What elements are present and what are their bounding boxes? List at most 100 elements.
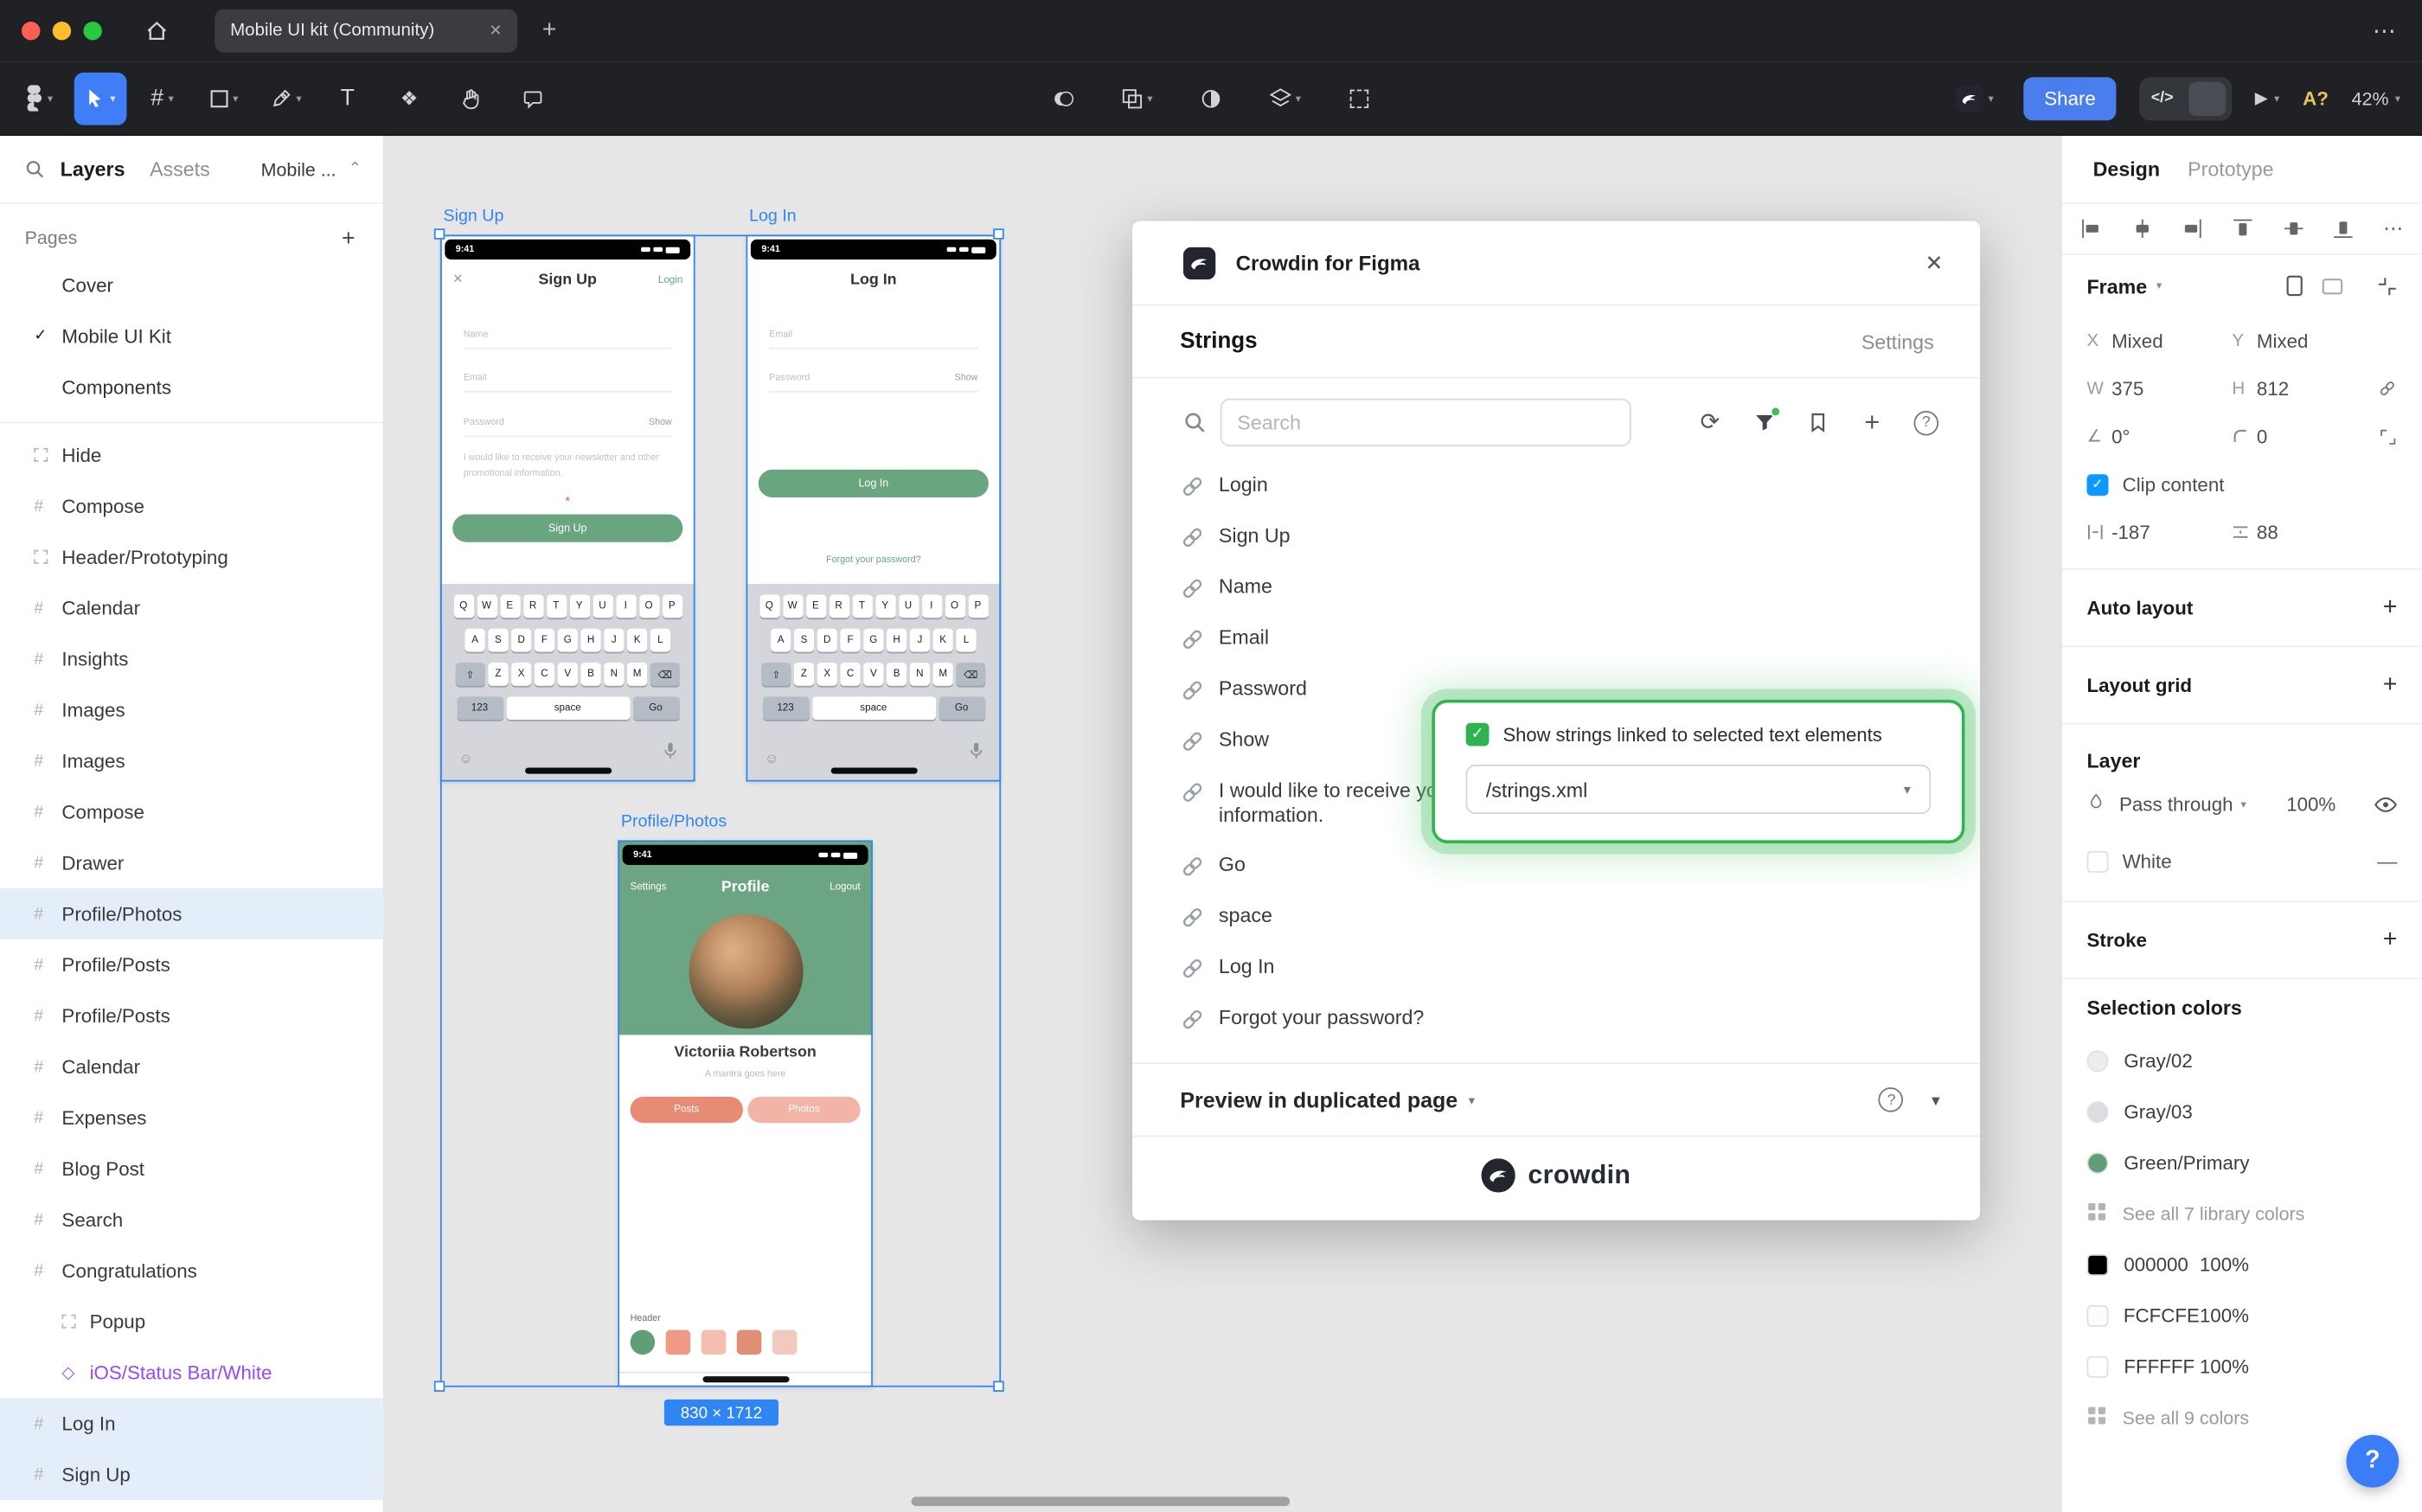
corner-radius-field[interactable]: 0	[2232, 426, 2377, 447]
layer-item[interactable]: #Compose	[0, 480, 383, 531]
layer-item[interactable]: #Log In	[0, 1398, 383, 1449]
distribute-more-icon[interactable]: ⋯	[2383, 216, 2403, 241]
align-horizontal-center-icon[interactable]	[2131, 218, 2153, 240]
selection-color-row[interactable]: Gray/02	[2062, 1035, 2422, 1086]
tab-prototype[interactable]: Prototype	[2188, 157, 2273, 181]
preview-label[interactable]: Preview in duplicated page	[1180, 1087, 1458, 1112]
page-switcher[interactable]: Mobile ...	[261, 158, 336, 180]
pen-tool-button[interactable]: ▾	[260, 72, 312, 125]
layer-item[interactable]: #Profile/Photos	[0, 888, 383, 939]
frame-section-title[interactable]: Frame	[2086, 274, 2147, 298]
strings-file-select[interactable]: /strings.xml ▾	[1466, 765, 1932, 814]
checkbox-checked-icon[interactable]: ✓	[2086, 473, 2108, 495]
visibility-eye-icon[interactable]	[2374, 795, 2398, 813]
selection-handle[interactable]	[434, 1381, 445, 1392]
refresh-icon[interactable]: ⟳	[1696, 408, 1724, 436]
zoom-window-button[interactable]	[83, 22, 101, 40]
selection-handle[interactable]	[434, 228, 445, 240]
tab-design[interactable]: Design	[2093, 157, 2160, 181]
see-all-colors-row[interactable]: See all 7 library colors	[2062, 1188, 2422, 1239]
portrait-icon[interactable]	[2286, 275, 2303, 297]
resources-tool-button[interactable]: ❖	[383, 72, 436, 125]
new-tab-button[interactable]: +	[542, 17, 557, 45]
contrast-tool-button[interactable]	[1185, 72, 1238, 125]
login-frame[interactable]: 9:41 Log In Email Show Password Log In F…	[746, 234, 1001, 781]
landscape-icon[interactable]	[2322, 278, 2343, 295]
filter-icon[interactable]	[1750, 408, 1778, 436]
layer-item[interactable]: #Calendar	[0, 582, 383, 633]
shape-tool-button[interactable]: ▾	[198, 72, 251, 125]
constrain-proportions-icon[interactable]	[2377, 378, 2397, 398]
frame-tool-button[interactable]: # ▾	[136, 72, 189, 125]
width-field[interactable]: W 375	[2086, 378, 2232, 400]
fill-style-row[interactable]: White —	[2086, 837, 2397, 885]
align-vertical-center-icon[interactable]	[2283, 218, 2304, 240]
layer-item[interactable]: #Images	[0, 684, 383, 735]
home-icon[interactable]	[145, 20, 169, 42]
present-button[interactable]: ▶ ▾	[2255, 88, 2280, 108]
opacity-value[interactable]: 100%	[2286, 793, 2336, 815]
vertical-spacing-field[interactable]: 88	[2232, 522, 2377, 543]
selection-color-row[interactable]: FFFFFF100%	[2062, 1341, 2422, 1392]
page-item[interactable]: ✓Mobile UI Kit	[0, 311, 383, 362]
layer-item[interactable]: #Blog Post	[0, 1143, 383, 1194]
layer-item[interactable]: #Calendar	[0, 1041, 383, 1092]
layer-item[interactable]: #Profile/Posts	[0, 990, 383, 1041]
layer-item[interactable]: ◇iOS/Status Bar/White	[0, 1347, 383, 1398]
save-icon[interactable]	[1804, 408, 1832, 436]
selection-color-row[interactable]: Green/Primary	[2062, 1137, 2422, 1188]
close-tab-icon[interactable]: ✕	[489, 22, 502, 40]
hand-tool-button[interactable]	[445, 72, 497, 125]
layer-item[interactable]: Popup	[0, 1296, 383, 1347]
y-position-field[interactable]: Y Mixed	[2232, 330, 2377, 351]
layer-item[interactable]: Header/Prototyping	[0, 531, 383, 582]
tab-strings[interactable]: Strings	[1180, 329, 1257, 354]
profile-frame[interactable]: Settings Profile Logout 9:41 Victoriia R…	[618, 840, 873, 1387]
tab-settings[interactable]: Settings	[1861, 330, 1934, 353]
selection-color-row[interactable]: 000000100%	[2062, 1239, 2422, 1290]
selection-tool-button[interactable]	[1333, 72, 1386, 125]
clip-content-row[interactable]: ✓ Clip content	[2086, 460, 2397, 508]
string-item[interactable]: Forgot your password?	[1132, 993, 1980, 1044]
horizontal-scrollbar[interactable]	[912, 1496, 1290, 1506]
add-page-button[interactable]: +	[342, 225, 356, 251]
layer-item[interactable]: #Insights	[0, 633, 383, 684]
avatar[interactable]: A?	[2303, 87, 2329, 109]
comment-tool-button[interactable]	[507, 72, 560, 125]
zoom-menu[interactable]: 42% ▾	[2352, 87, 2400, 109]
dev-mode-toggle[interactable]: </>	[2139, 76, 2232, 119]
string-item[interactable]: Login	[1132, 460, 1980, 511]
align-top-icon[interactable]	[2232, 218, 2253, 240]
string-item[interactable]: space	[1132, 891, 1980, 942]
frame-label-signup[interactable]: Sign Up	[443, 207, 503, 225]
close-window-button[interactable]	[22, 22, 40, 40]
string-item[interactable]: Go	[1132, 840, 1980, 891]
styles-tool-button[interactable]: ▾	[1259, 72, 1311, 125]
selection-color-row[interactable]: FCFCFE100%	[2062, 1290, 2422, 1341]
active-plugin-button[interactable]: ▾	[1949, 72, 2002, 125]
tab-layers[interactable]: Layers	[61, 157, 125, 181]
selection-color-row[interactable]: Gray/03	[2062, 1086, 2422, 1137]
expand-chevron-icon[interactable]: ▾	[1932, 1090, 1940, 1110]
rotation-field[interactable]: ∠ 0°	[2086, 426, 2232, 447]
layer-item[interactable]: #Drawer	[0, 837, 383, 888]
minimize-window-button[interactable]	[53, 22, 71, 40]
page-item[interactable]: Components	[0, 362, 383, 413]
height-field[interactable]: H 812	[2232, 378, 2377, 400]
align-right-icon[interactable]	[2182, 218, 2203, 240]
add-layout-grid-button[interactable]: +	[2383, 671, 2398, 699]
boolean-groups-button[interactable]: ▾	[1111, 72, 1163, 125]
frame-label-login[interactable]: Log In	[749, 207, 797, 225]
page-item[interactable]: Cover	[0, 259, 383, 311]
chevron-up-icon[interactable]: ⌃	[349, 161, 362, 178]
preview-help-icon[interactable]: ?	[1879, 1087, 1904, 1112]
horizontal-spacing-field[interactable]: -187	[2086, 522, 2232, 543]
file-tab[interactable]: Mobile UI kit (Community) ✕	[215, 10, 517, 53]
layer-item[interactable]: #Compose	[0, 786, 383, 837]
tab-assets[interactable]: Assets	[150, 157, 210, 181]
search-icon[interactable]	[25, 159, 45, 179]
signup-frame[interactable]: 9:41 ✕ Sign Up Login Name Email Show Pas…	[440, 234, 695, 781]
frame-label-profile[interactable]: Profile/Photos	[621, 812, 727, 830]
layer-item[interactable]: #Expenses	[0, 1092, 383, 1143]
layer-item[interactable]: #Profile/Posts	[0, 939, 383, 990]
